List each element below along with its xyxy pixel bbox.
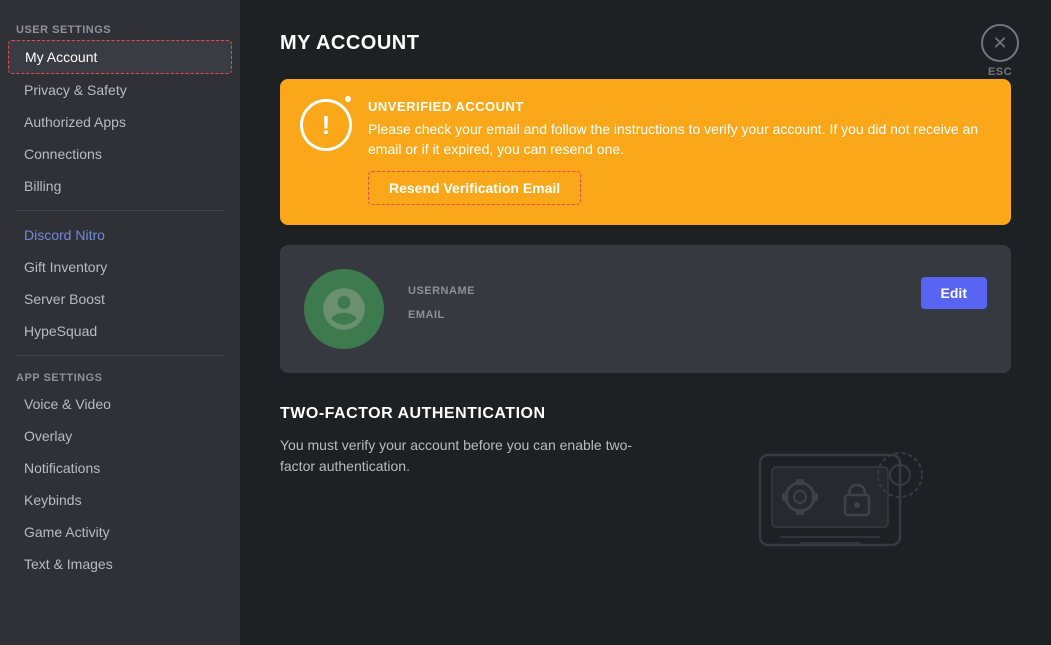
username-field-row: USERNAME bbox=[408, 285, 897, 297]
sidebar-item-discord-nitro[interactable]: Discord Nitro bbox=[8, 219, 232, 251]
sidebar-item-notifications[interactable]: Notifications bbox=[8, 452, 232, 484]
sidebar-item-label: Discord Nitro bbox=[24, 227, 105, 243]
sidebar-item-game-activity[interactable]: Game Activity bbox=[8, 516, 232, 548]
avatar bbox=[304, 269, 384, 349]
sidebar-item-billing[interactable]: Billing bbox=[8, 170, 232, 202]
sidebar-item-label: Game Activity bbox=[24, 524, 110, 540]
two-factor-content: You must verify your account before you … bbox=[280, 435, 1011, 575]
unverified-text: UNVERIFIED ACCOUNT Please check your ema… bbox=[368, 99, 991, 205]
sidebar-item-connections[interactable]: Connections bbox=[8, 138, 232, 170]
close-button[interactable]: ✕ bbox=[981, 24, 1019, 62]
sidebar-item-label: Text & Images bbox=[24, 556, 113, 572]
unverified-title: UNVERIFIED ACCOUNT bbox=[368, 99, 991, 114]
sidebar-item-label: HypeSquad bbox=[24, 323, 97, 339]
sidebar: USER SETTINGS My Account Privacy & Safet… bbox=[0, 0, 240, 645]
sidebar-item-label: Voice & Video bbox=[24, 396, 111, 412]
sidebar-item-authorized-apps[interactable]: Authorized Apps bbox=[8, 106, 232, 138]
sidebar-item-label: Privacy & Safety bbox=[24, 82, 127, 98]
esc-container: ✕ ESC bbox=[981, 24, 1019, 78]
two-factor-section: TWO-FACTOR AUTHENTICATION You must verif… bbox=[280, 405, 1011, 575]
sidebar-item-voice-video[interactable]: Voice & Video bbox=[8, 388, 232, 420]
sidebar-item-text-images[interactable]: Text & Images bbox=[8, 548, 232, 580]
divider-2 bbox=[16, 355, 224, 356]
page-title: MY ACCOUNT bbox=[280, 32, 1011, 55]
sidebar-item-label: Overlay bbox=[24, 428, 72, 444]
sidebar-item-label: Gift Inventory bbox=[24, 259, 107, 275]
sidebar-item-gift-inventory[interactable]: Gift Inventory bbox=[8, 251, 232, 283]
two-factor-title: TWO-FACTOR AUTHENTICATION bbox=[280, 405, 1011, 423]
sidebar-item-label: Keybinds bbox=[24, 492, 82, 508]
user-settings-label: USER SETTINGS bbox=[0, 16, 240, 40]
warning-icon: ! bbox=[300, 99, 352, 151]
resend-verification-button[interactable]: Resend Verification Email bbox=[368, 171, 581, 205]
main-content: ✕ ESC MY ACCOUNT ! UNVERIFIED ACCOUNT Pl… bbox=[240, 0, 1051, 645]
divider-1 bbox=[16, 210, 224, 211]
sidebar-item-keybinds[interactable]: Keybinds bbox=[8, 484, 232, 516]
sidebar-item-label: Authorized Apps bbox=[24, 114, 126, 130]
edit-button[interactable]: Edit bbox=[921, 277, 987, 309]
email-field-row: EMAIL bbox=[408, 309, 897, 321]
app-settings-label: APP SETTINGS bbox=[0, 364, 240, 388]
sidebar-item-overlay[interactable]: Overlay bbox=[8, 420, 232, 452]
sidebar-item-label: Billing bbox=[24, 178, 61, 194]
sidebar-item-privacy-safety[interactable]: Privacy & Safety bbox=[8, 74, 232, 106]
username-label: USERNAME bbox=[408, 285, 897, 297]
sidebar-item-hypesquad[interactable]: HypeSquad bbox=[8, 315, 232, 347]
account-info: USERNAME EMAIL bbox=[408, 285, 897, 333]
sidebar-item-label: Notifications bbox=[24, 460, 100, 476]
sidebar-item-label: Connections bbox=[24, 146, 102, 162]
two-factor-illustration bbox=[700, 435, 960, 575]
esc-label: ESC bbox=[988, 66, 1012, 78]
sidebar-item-label: Server Boost bbox=[24, 291, 105, 307]
avatar-icon bbox=[318, 283, 370, 335]
account-card: USERNAME EMAIL Edit bbox=[280, 245, 1011, 373]
unverified-desc: Please check your email and follow the i… bbox=[368, 120, 991, 159]
unverified-banner: ! UNVERIFIED ACCOUNT Please check your e… bbox=[280, 79, 1011, 225]
sidebar-item-my-account[interactable]: My Account bbox=[8, 40, 232, 74]
two-factor-description: You must verify your account before you … bbox=[280, 435, 660, 477]
sidebar-item-label: My Account bbox=[25, 49, 97, 65]
sidebar-item-server-boost[interactable]: Server Boost bbox=[8, 283, 232, 315]
email-label: EMAIL bbox=[408, 309, 897, 321]
